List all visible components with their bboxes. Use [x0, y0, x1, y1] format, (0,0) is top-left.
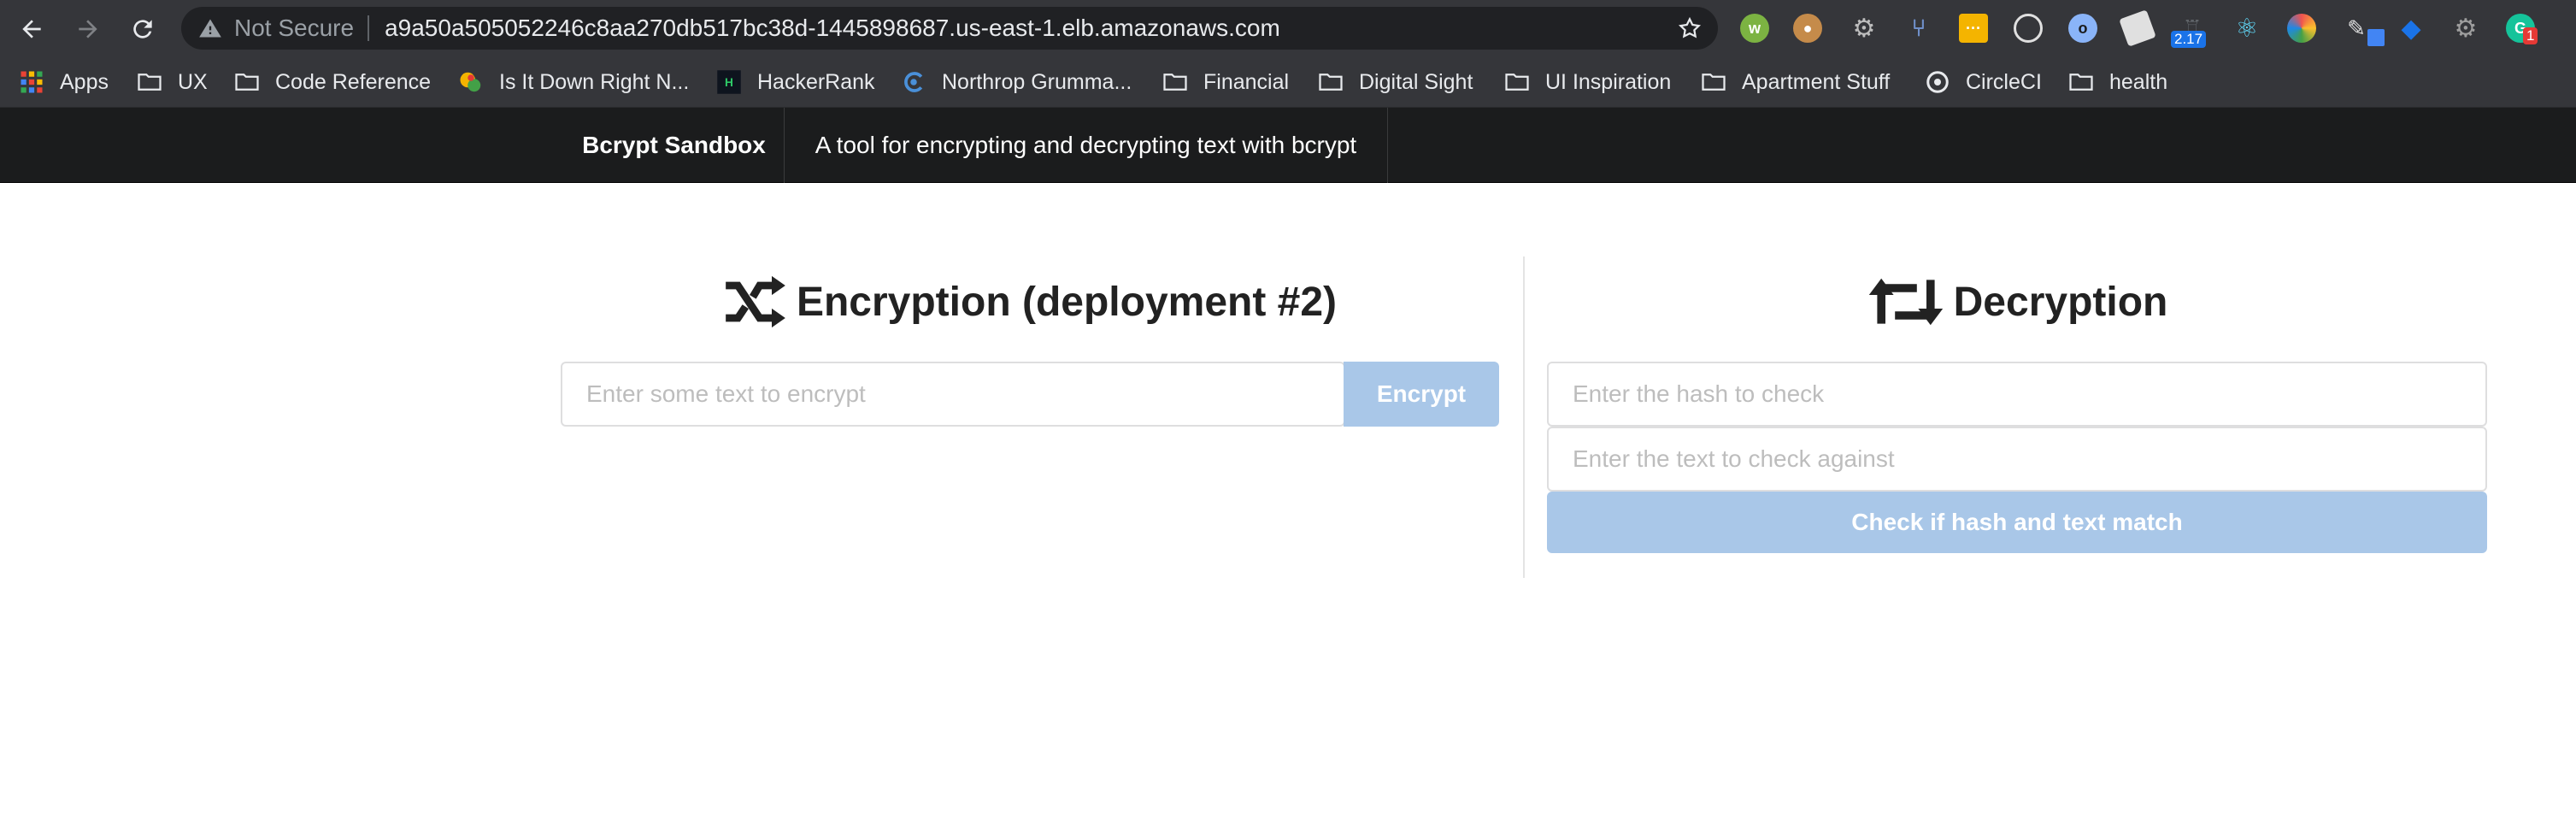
retweet-icon [1868, 278, 1943, 326]
bookmark-star-icon[interactable] [1677, 15, 1703, 41]
warning-triangle-icon [199, 19, 221, 38]
folder-icon [138, 74, 162, 91]
bookmark-label: CircleCI [1966, 69, 2042, 94]
folder-icon [1702, 74, 1726, 91]
encryption-heading: Encryption (deployment #2) [561, 272, 1499, 332]
gear-extension-icon[interactable]: ⚙ [1850, 14, 1879, 43]
hash-input[interactable] [1547, 362, 2487, 427]
folder-icon [1163, 74, 1187, 91]
dots-extension-icon[interactable]: ··· [1959, 14, 1988, 43]
bookmark-apartment-stuff[interactable]: Apartment Stuff [1701, 56, 1890, 108]
circleci-icon [1926, 71, 1949, 93]
bookmark-circleci[interactable]: CircleCI [1925, 56, 2042, 108]
folder-icon [235, 74, 259, 91]
extensions-area: w ● ⚙ ⑂ ··· o ♖ 2.17 ⚛ ✎ ◆ ⚙ G 1 [1735, 0, 2576, 56]
pen-icon[interactable]: ✎ [2342, 14, 2371, 43]
encrypt-text-input[interactable] [561, 362, 1345, 427]
w-extension-icon[interactable]: w [1740, 14, 1769, 43]
bookmark-label: UI Inspiration [1545, 69, 1672, 94]
back-arrow-icon [22, 20, 41, 38]
encrypt-button[interactable]: Encrypt [1344, 362, 1499, 427]
address-separator [368, 15, 370, 41]
settings-icon[interactable]: ⚙ [2451, 14, 2480, 43]
check-match-button[interactable]: Check if hash and text match [1547, 492, 2487, 553]
bookmark-northrop[interactable]: Northrop Grumma... [901, 56, 1132, 108]
branch-icon[interactable]: ⑂ [1904, 14, 1933, 43]
bookmark-health[interactable]: health [2068, 56, 2167, 108]
extension-badge: 2.17 [2171, 31, 2207, 48]
site-favicon-icon [460, 72, 481, 92]
bookmark-label: HackerRank [757, 69, 875, 94]
bookmark-label: Digital Sight [1359, 69, 1473, 94]
bookmark-label: health [2109, 69, 2168, 94]
reload-button[interactable] [125, 11, 161, 47]
bookmark-label: Northrop Grumma... [942, 69, 1132, 94]
bookmark-label: Apps [60, 69, 109, 94]
bookmark-ux[interactable]: UX [137, 56, 208, 108]
bookmark-digital-sight[interactable]: Digital Sight [1318, 56, 1473, 108]
bookmark-label: UX [178, 69, 208, 94]
bookmark-financial[interactable]: Financial [1162, 56, 1289, 108]
apps-grid-icon [21, 71, 43, 93]
bookmark-is-it-down[interactable]: Is It Down Right N... [458, 56, 689, 108]
folder-icon [1505, 74, 1529, 91]
bookmark-label: Apartment Stuff [1742, 69, 1891, 94]
circle-o-icon[interactable]: o [2068, 14, 2097, 43]
hackerrank-icon: H [717, 70, 741, 94]
navbar-tagline: A tool for encrypting and decrypting tex… [785, 108, 1388, 183]
pen-badge-icon [2367, 29, 2385, 46]
svg-text:H: H [725, 76, 733, 89]
eraser-icon[interactable] [2119, 9, 2156, 47]
bookmark-code-reference[interactable]: Code Reference [234, 56, 431, 108]
brand-link[interactable]: Bcrypt Sandbox [564, 108, 785, 183]
url-text[interactable]: a9a50a505052246c8aa270db517bc38d-1445898… [385, 15, 1280, 42]
back-button[interactable] [14, 11, 50, 47]
app-navbar: Bcrypt Sandbox A tool for encrypting and… [0, 108, 2576, 183]
diamond-icon[interactable]: ◆ [2397, 14, 2426, 43]
section-divider [1523, 256, 1525, 578]
forward-arrow-icon [79, 20, 97, 38]
color-wheel-icon[interactable] [2287, 14, 2316, 43]
folder-icon [1319, 74, 1343, 91]
security-label: Not Secure [234, 15, 355, 41]
react-icon[interactable]: ⚛ [2232, 14, 2261, 43]
bookmark-label: Financial [1203, 69, 1290, 94]
check-text-input[interactable] [1547, 427, 2487, 492]
notification-badge: 1 [2523, 27, 2538, 44]
bookmark-label: Code Reference [275, 69, 432, 94]
reload-icon [133, 20, 152, 38]
bookmark-apps[interactable]: Apps [19, 56, 109, 108]
shuffle-icon [726, 275, 785, 328]
encryption-title: Encryption (deployment #2) [796, 279, 1338, 325]
northrop-icon [904, 72, 923, 92]
bookmark-ui-inspiration[interactable]: UI Inspiration [1504, 56, 1671, 108]
browser-toolbar: Not Secure a9a50a505052246c8aa270db517bc… [0, 0, 2576, 56]
decryption-heading: Decryption [1547, 272, 2487, 332]
bookmark-label: Is It Down Right N... [499, 69, 690, 94]
bookmark-hackerrank[interactable]: H HackerRank [716, 56, 875, 108]
decryption-title: Decryption [1953, 279, 2168, 325]
folder-icon [2069, 74, 2093, 91]
cookie-icon[interactable]: ● [1793, 14, 1822, 43]
bookmarks-bar: Apps UX Code Reference Is It Down Right … [0, 56, 2576, 108]
forward-button[interactable] [70, 11, 106, 47]
address-bar[interactable]: Not Secure a9a50a505052246c8aa270db517bc… [181, 7, 1718, 50]
target-icon[interactable] [2014, 14, 2043, 43]
